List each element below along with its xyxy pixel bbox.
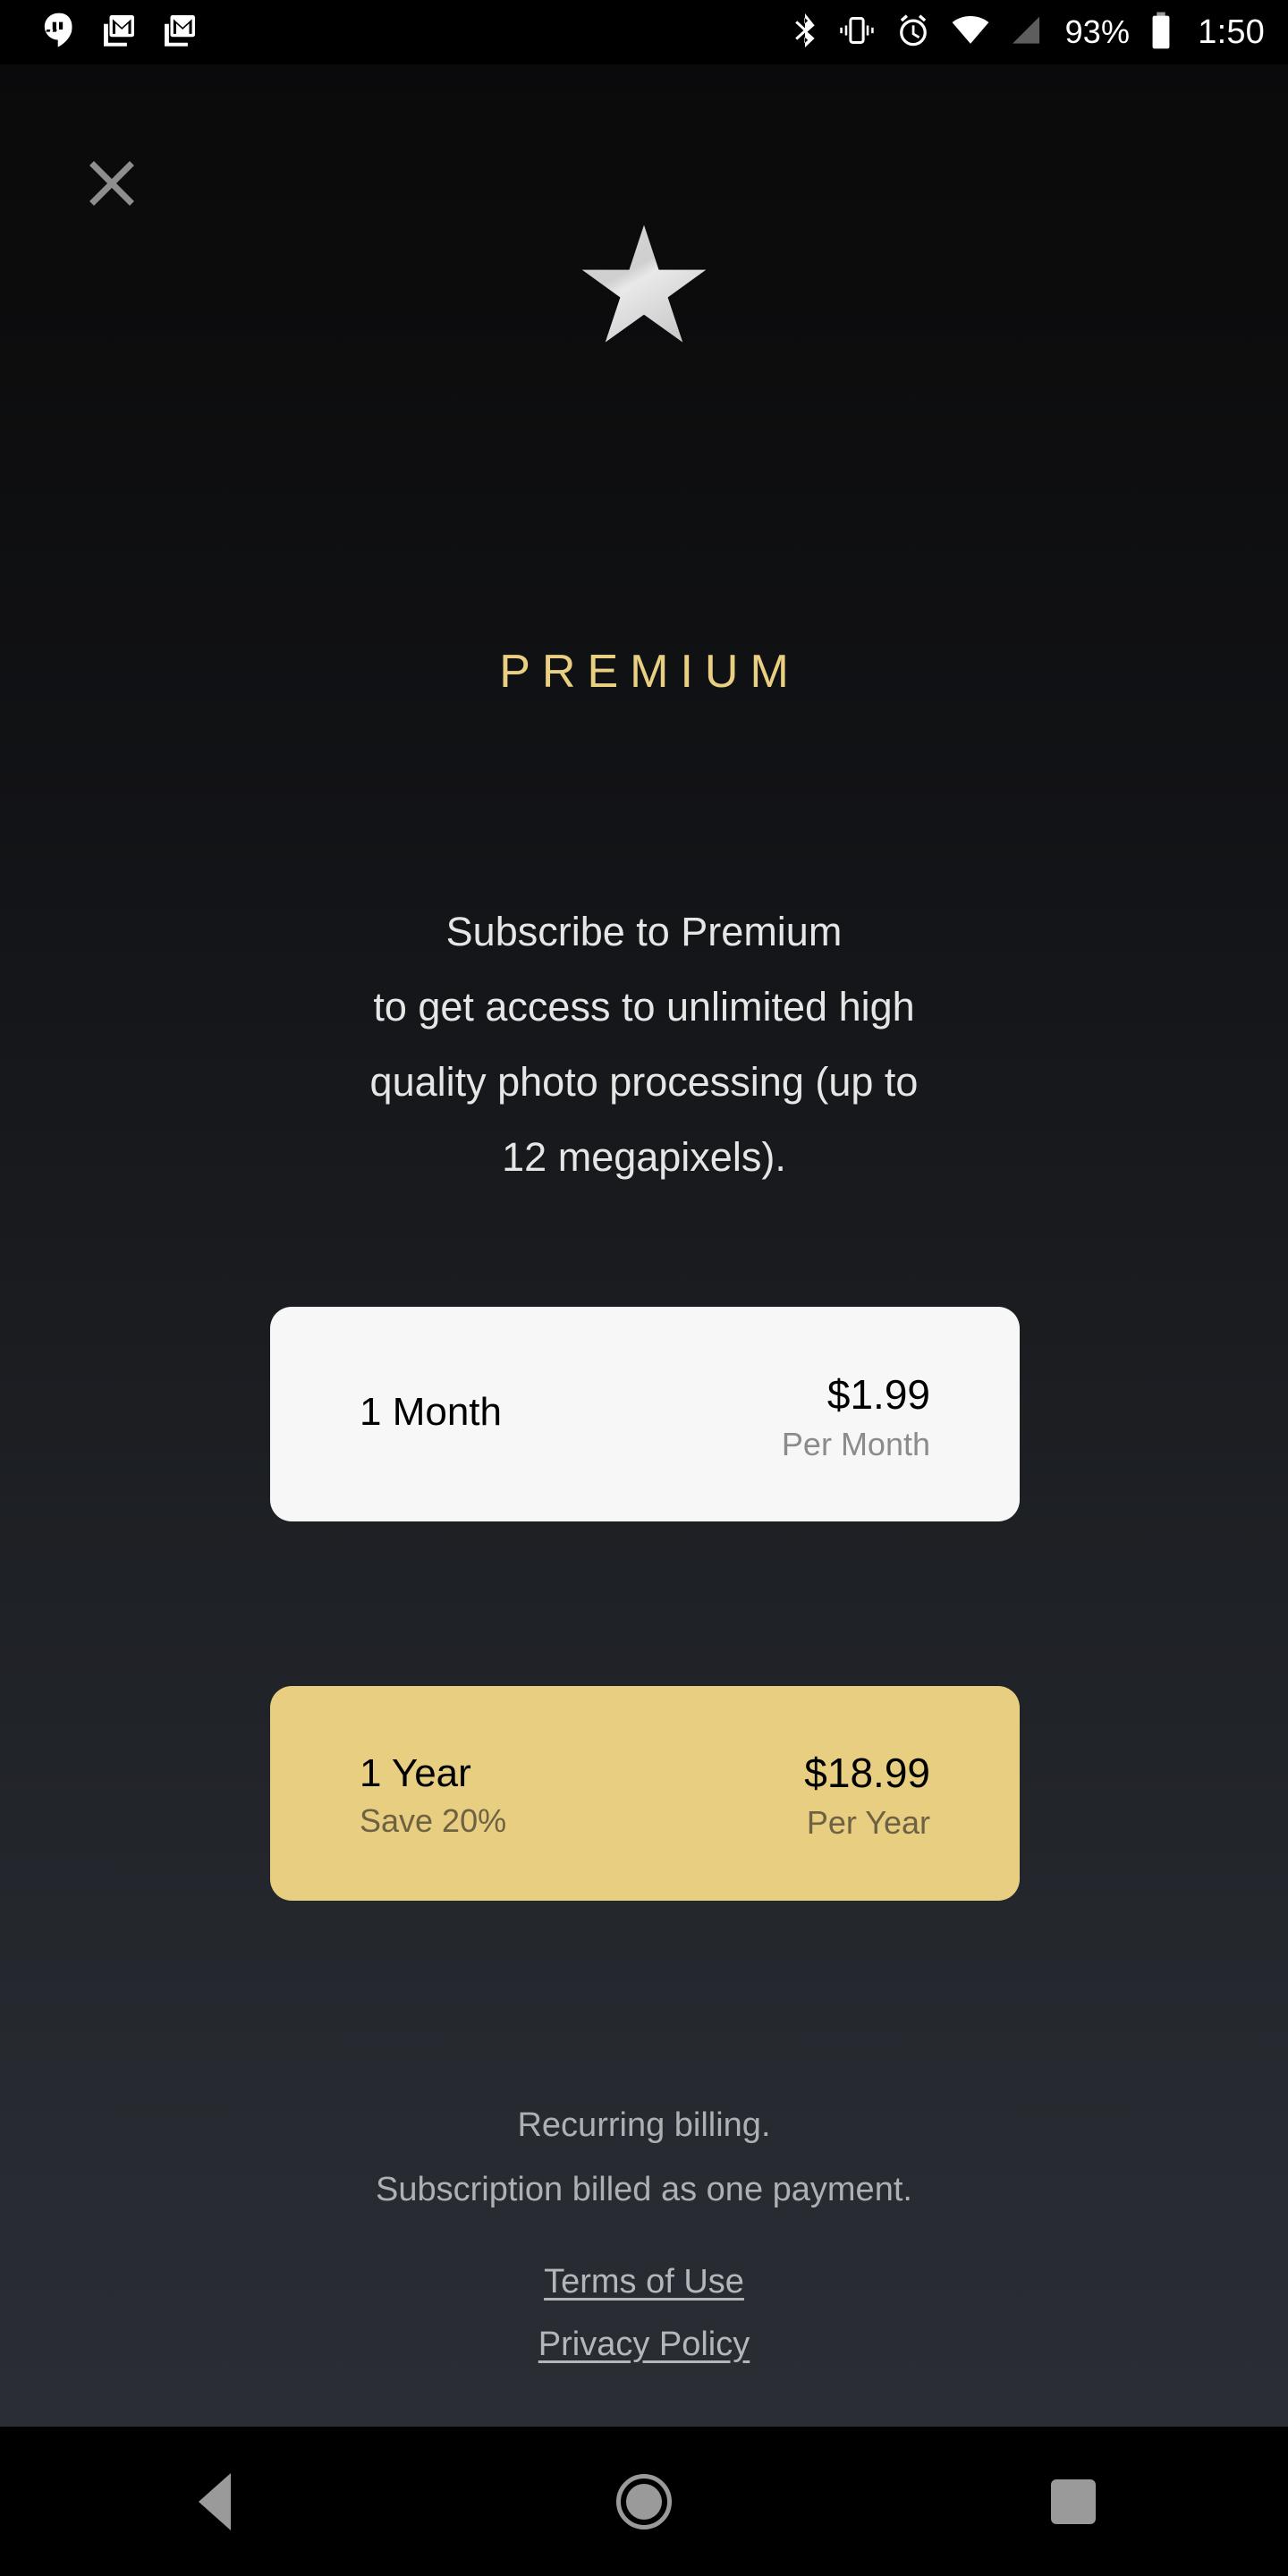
plan-month-right: $1.99 Per Month (782, 1307, 930, 1521)
close-icon (89, 160, 135, 207)
status-bar: 93% 1:50 (0, 0, 1288, 64)
status-bar-notifications (41, 12, 199, 54)
plan-month-left: 1 Month (360, 1307, 502, 1521)
back-triangle-icon (199, 2472, 231, 2530)
billing-note-line-1: Recurring billing. (517, 2106, 771, 2144)
status-bar-system: 93% 1:50 (792, 11, 1265, 55)
description-text: Subscribe to Premium to get access to un… (369, 909, 919, 1180)
plan-year-right: $18.99 Per Year (804, 1686, 930, 1901)
footer-links: Terms of Use Privacy Policy (0, 2250, 1288, 2376)
home-circle-icon (616, 2473, 672, 2529)
plan-year-savings: Save 20% (360, 1802, 507, 1840)
android-navigation-bar (0, 2427, 1288, 2576)
clock-label: 1:50 (1198, 13, 1265, 51)
footer: Recurring billing. Subscription billed a… (0, 2093, 1288, 2376)
alarm-icon (895, 12, 931, 54)
billing-note-line-2: Subscription billed as one payment. (376, 2171, 912, 2208)
plan-month-period: Per Month (781, 1425, 930, 1462)
hangouts-icon (41, 12, 77, 54)
plan-year-title: 1 Year (360, 1750, 471, 1795)
premium-subscription-screen: PREMIUM Subscribe to Premium to get acce… (0, 0, 1288, 2427)
nav-recents-button[interactable] (859, 2427, 1288, 2576)
plan-card-month[interactable]: 1 Month $1.99 Per Month (270, 1307, 1020, 1521)
terms-of-use-link[interactable]: Terms of Use (0, 2250, 1288, 2313)
battery-icon (1149, 11, 1173, 55)
vibrate-icon (838, 13, 876, 52)
close-button[interactable] (73, 145, 150, 222)
gmail-icon (161, 12, 199, 54)
star-icon (581, 225, 707, 349)
plan-card-year[interactable]: 1 Year Save 20% $18.99 Per Year (270, 1686, 1020, 1901)
plan-year-price: $18.99 (804, 1750, 930, 1797)
cell-signal-icon (1010, 13, 1046, 52)
battery-percent-label: 93% (1064, 13, 1131, 50)
recents-square-icon (1051, 2479, 1096, 2524)
bluetooth-icon (792, 12, 818, 54)
plan-month-price: $1.99 (826, 1371, 930, 1419)
wifi-icon (951, 13, 990, 52)
nav-home-button[interactable] (429, 2427, 859, 2576)
plan-year-period: Per Year (806, 1803, 930, 1841)
phone-screen: PREMIUM Subscribe to Premium to get acce… (0, 0, 1288, 2576)
premium-star-logo (0, 215, 1288, 358)
gmail-icon (100, 12, 138, 54)
privacy-policy-link[interactable]: Privacy Policy (0, 2313, 1288, 2376)
nav-back-button[interactable] (0, 2427, 429, 2576)
plan-year-left: 1 Year Save 20% (360, 1686, 506, 1901)
plan-month-title: 1 Month (360, 1390, 502, 1435)
page-title: PREMIUM (499, 646, 801, 698)
